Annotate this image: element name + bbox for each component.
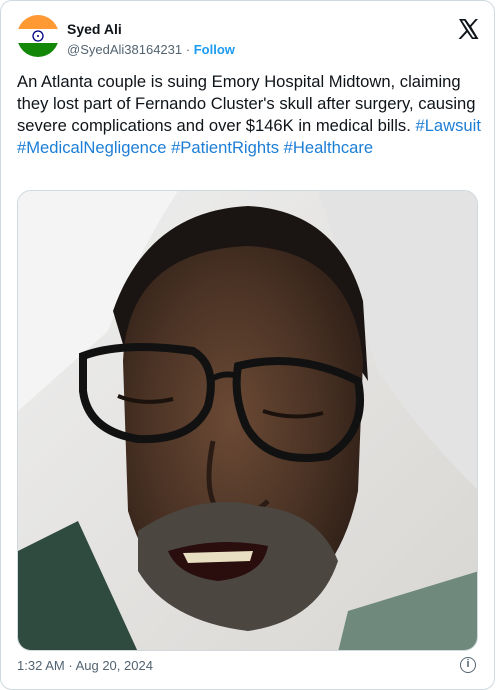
- author-handle[interactable]: @SyedAli38164231: [67, 42, 182, 57]
- separator-dot: ·: [185, 42, 191, 57]
- author-name[interactable]: Syed Ali: [67, 21, 122, 37]
- footer-separator: ·: [68, 658, 73, 673]
- hospital-patient-photo: [18, 191, 477, 650]
- hashtag-patient-rights[interactable]: #PatientRights: [171, 138, 279, 157]
- follow-button[interactable]: Follow: [194, 42, 235, 57]
- tweet-text: An Atlanta couple is suing Emory Hospita…: [17, 71, 485, 159]
- info-icon[interactable]: i: [460, 657, 476, 673]
- tweet-card: Syed Ali @SyedAli38164231 · Follow An At…: [0, 0, 495, 690]
- tweet-body: An Atlanta couple is suing Emory Hospita…: [17, 72, 476, 135]
- india-flag-icon: [17, 15, 59, 57]
- hashtag-medical-negligence[interactable]: #MedicalNegligence: [17, 138, 166, 157]
- x-logo-icon[interactable]: [456, 17, 480, 41]
- handle-row: @SyedAli38164231 · Follow: [67, 42, 235, 57]
- avatar[interactable]: [17, 15, 59, 57]
- hashtag-lawsuit[interactable]: #Lawsuit: [415, 116, 481, 135]
- hashtag-healthcare[interactable]: #Healthcare: [284, 138, 373, 157]
- tweet-photo[interactable]: [17, 190, 478, 651]
- tweet-time[interactable]: 1:32 AM: [17, 658, 65, 673]
- tweet-date[interactable]: Aug 20, 2024: [76, 658, 153, 673]
- tweet-footer: 1:32 AM · Aug 20, 2024: [17, 658, 153, 673]
